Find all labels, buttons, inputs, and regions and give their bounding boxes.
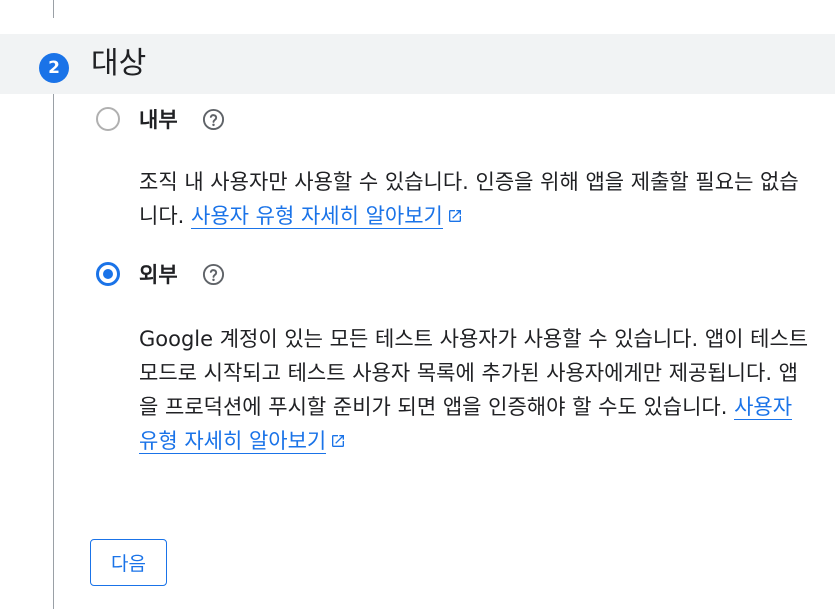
option-external-text: Google 계정이 있는 모든 테스트 사용자가 사용할 수 있습니다. 앱이… <box>139 327 809 419</box>
help-circle-icon[interactable] <box>202 263 225 286</box>
learn-more-link-internal[interactable]: 사용자 유형 자세히 알아보기 <box>191 204 443 229</box>
radio-external[interactable] <box>96 262 120 286</box>
step-number-badge: 2 <box>39 53 69 83</box>
stepper-line-top <box>53 0 54 18</box>
learn-more-link-text: 사용자 유형 자세히 알아보기 <box>191 204 443 228</box>
step-title: 대상 <box>91 46 147 81</box>
stepper-line <box>53 94 54 609</box>
help-circle-icon[interactable] <box>202 108 225 131</box>
open-in-new-icon <box>332 435 345 447</box>
option-external-label: 외부 <box>139 263 178 287</box>
option-internal-label: 내부 <box>139 108 178 132</box>
option-internal[interactable]: 내부 <box>96 104 225 134</box>
option-external[interactable]: 외부 <box>96 259 225 289</box>
option-external-description: Google 계정이 있는 모든 테스트 사용자가 사용할 수 있습니다. 앱이… <box>139 322 809 458</box>
option-internal-description: 조직 내 사용자만 사용할 수 있습니다. 인증을 위해 앱을 제출할 필요는 … <box>139 165 809 233</box>
page: 2 대상 내부 조직 내 사용자만 사용할 수 있습니다. 인증을 위해 앱을 … <box>0 0 835 609</box>
open-in-new-icon <box>448 210 461 222</box>
radio-internal[interactable] <box>96 107 120 131</box>
next-button[interactable]: 다음 <box>90 539 167 586</box>
